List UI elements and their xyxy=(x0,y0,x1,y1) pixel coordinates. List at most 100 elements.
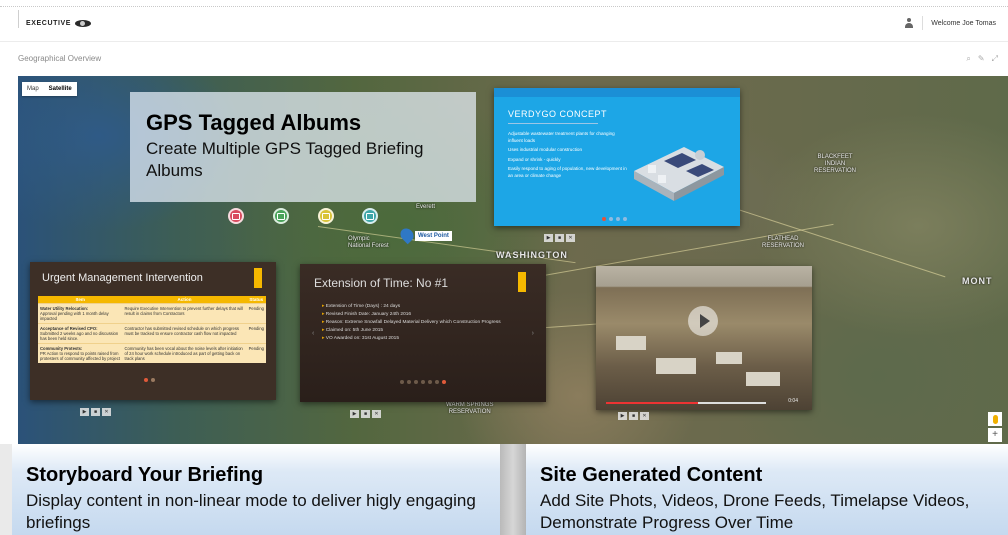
eot-bullet: Revised Finish Date: January 24th 2016 xyxy=(322,312,522,318)
logo-text: EXECUTIVE xyxy=(26,20,72,27)
location-marker-label[interactable]: West Point xyxy=(415,231,452,241)
map-type-toggle: Map Satellite xyxy=(22,82,77,96)
camera-pin-icon[interactable] xyxy=(273,208,289,224)
expand-icon[interactable]: ⤢ xyxy=(992,54,998,64)
page-dot[interactable] xyxy=(609,217,613,221)
stop-icon[interactable]: ■ xyxy=(91,408,100,416)
urgent-intervention-slide[interactable]: Urgent Management Intervention Item Acti… xyxy=(30,262,276,400)
panel-title: Geographical Overview xyxy=(18,54,102,63)
verdygo-bullet: Adjustable wastewater treatment plants f… xyxy=(508,131,615,143)
map-type-map[interactable]: Map xyxy=(22,82,44,96)
eot-bullet: Reason: Extreme Snowfall Delayed Materia… xyxy=(322,320,522,326)
page-dot[interactable] xyxy=(414,380,418,384)
stop-icon[interactable]: ■ xyxy=(361,410,370,418)
camera-pin-icon[interactable] xyxy=(318,208,334,224)
verdygo-bullets: Adjustable wastewater treatment plants f… xyxy=(508,131,628,182)
close-icon[interactable]: ✕ xyxy=(372,410,381,418)
page-dot[interactable] xyxy=(428,380,432,384)
location-marker-icon[interactable] xyxy=(397,225,417,245)
zoom-in-button[interactable]: + xyxy=(988,428,1002,442)
user-separator xyxy=(922,16,924,30)
table-cell: Contractor has submitted revised schedul… xyxy=(122,323,247,344)
verdygo-title: VERDYGO CONCEPT xyxy=(508,109,608,119)
site-video-card[interactable]: 0:04 xyxy=(596,266,812,410)
app-page: EXECUTIVE Welcome Joe Tomas Geographical… xyxy=(0,0,1008,535)
map-type-satellite[interactable]: Satellite xyxy=(44,82,77,96)
play-icon[interactable]: ▶ xyxy=(618,412,627,420)
column-header: Status xyxy=(246,296,266,304)
page-dot[interactable] xyxy=(623,217,627,221)
table-header-row: Item Action Status xyxy=(38,296,266,304)
next-arrow-icon[interactable]: › xyxy=(532,330,534,337)
accent-bar xyxy=(518,272,526,292)
welcome-text[interactable]: Welcome Joe Tomas xyxy=(931,20,996,27)
storyboard-promo: Storyboard Your Briefing Display content… xyxy=(12,444,500,535)
map-label-mont: MONT xyxy=(962,276,993,286)
panel-header: Geographical Overview ⌕ ✎ ⤢ xyxy=(0,42,1008,76)
table-row: Water Utility Relocation: Approval pendin… xyxy=(38,303,266,324)
urgent-title: Urgent Management Intervention xyxy=(42,272,203,284)
close-icon[interactable]: ✕ xyxy=(102,408,111,416)
site-content-title: Site Generated Content xyxy=(540,464,763,486)
close-icon[interactable]: ✕ xyxy=(566,234,575,242)
eye-icon xyxy=(75,20,92,27)
map-label-everett: Everett xyxy=(416,204,436,210)
top-divider xyxy=(0,6,1008,7)
app-logo[interactable]: EXECUTIVE xyxy=(26,20,92,27)
map-label-warm-springs: WARM SPRINGS RESERVATION xyxy=(446,402,494,415)
search-icon[interactable]: ⌕ xyxy=(966,54,970,64)
slide-pagination xyxy=(144,378,155,382)
map-label-blackfeet: BLACKFEET INDIAN RESERVATION xyxy=(814,154,857,174)
verdygo-bullet: Easily respond to aging of population, n… xyxy=(508,166,627,178)
site-structure xyxy=(746,372,780,386)
user-area: Welcome Joe Tomas xyxy=(904,16,996,30)
site-content-promo: Site Generated Content Add Site Phots, V… xyxy=(526,444,1008,535)
title-underline xyxy=(508,123,598,124)
close-icon[interactable]: ✕ xyxy=(640,412,649,420)
user-icon[interactable] xyxy=(904,18,914,28)
extension-of-time-slide[interactable]: Extension of Time: No #1 Extension of Ti… xyxy=(300,264,546,402)
page-dot[interactable] xyxy=(442,380,446,384)
page-dot[interactable] xyxy=(151,378,155,382)
table-cell: Water Utility Relocation: Approval pendin… xyxy=(38,303,123,324)
panel-tools: ⌕ ✎ ⤢ xyxy=(966,54,998,64)
play-icon[interactable]: ▶ xyxy=(350,410,359,418)
slide-pagination xyxy=(602,217,627,221)
top-bar: EXECUTIVE Welcome Joe Tomas xyxy=(0,0,1008,42)
map-view[interactable]: Map Satellite WASHINGTON MONT BLACKFEET … xyxy=(18,76,1008,444)
play-icon[interactable]: ▶ xyxy=(544,234,553,242)
column-header: Item xyxy=(38,296,123,304)
stop-icon[interactable]: ■ xyxy=(629,412,638,420)
divider xyxy=(500,444,526,535)
page-dot[interactable] xyxy=(407,380,411,384)
site-structure xyxy=(656,358,696,374)
camera-pin-icon[interactable] xyxy=(228,208,244,224)
column-header: Action xyxy=(122,296,247,304)
eot-bullet: VO Awarded on: 31st August 2015 xyxy=(322,336,522,342)
camera-pin-icon[interactable] xyxy=(362,208,378,224)
edit-icon[interactable]: ✎ xyxy=(978,54,985,64)
eot-bullet: Extension of Time (Days) : 24 days xyxy=(322,304,522,310)
page-dot[interactable] xyxy=(616,217,620,221)
stop-icon[interactable]: ■ xyxy=(555,234,564,242)
table-row: Acceptance of Revised CPO: Submitted 2 we… xyxy=(38,323,266,344)
site-content-subtitle: Add Site Phots, Videos, Drone Feeds, Tim… xyxy=(540,491,970,532)
page-dot[interactable] xyxy=(400,380,404,384)
table-cell: Community Protests: PR Action to respond … xyxy=(38,343,123,363)
page-dot[interactable] xyxy=(421,380,425,384)
play-video-icon[interactable] xyxy=(688,306,718,336)
verdygo-slide[interactable]: VERDYGO CONCEPT Adjustable wastewater tr… xyxy=(494,88,740,226)
page-dot[interactable] xyxy=(602,217,606,221)
slide-controls: ▶ ■ ✕ xyxy=(350,410,381,418)
page-dot[interactable] xyxy=(144,378,148,382)
play-icon[interactable]: ▶ xyxy=(80,408,89,416)
street-view-pegman-icon[interactable] xyxy=(988,412,1002,426)
gps-albums-title: GPS Tagged Albums xyxy=(146,110,362,135)
table-cell: Pending xyxy=(246,343,266,363)
table-cell: Pending xyxy=(246,323,266,344)
eot-title: Extension of Time: No #1 xyxy=(314,276,449,290)
prev-arrow-icon[interactable]: ‹ xyxy=(312,330,314,337)
video-seek-bar[interactable] xyxy=(606,402,766,404)
page-dot[interactable] xyxy=(435,380,439,384)
gps-albums-promo: GPS Tagged Albums Create Multiple GPS Ta… xyxy=(130,92,476,202)
